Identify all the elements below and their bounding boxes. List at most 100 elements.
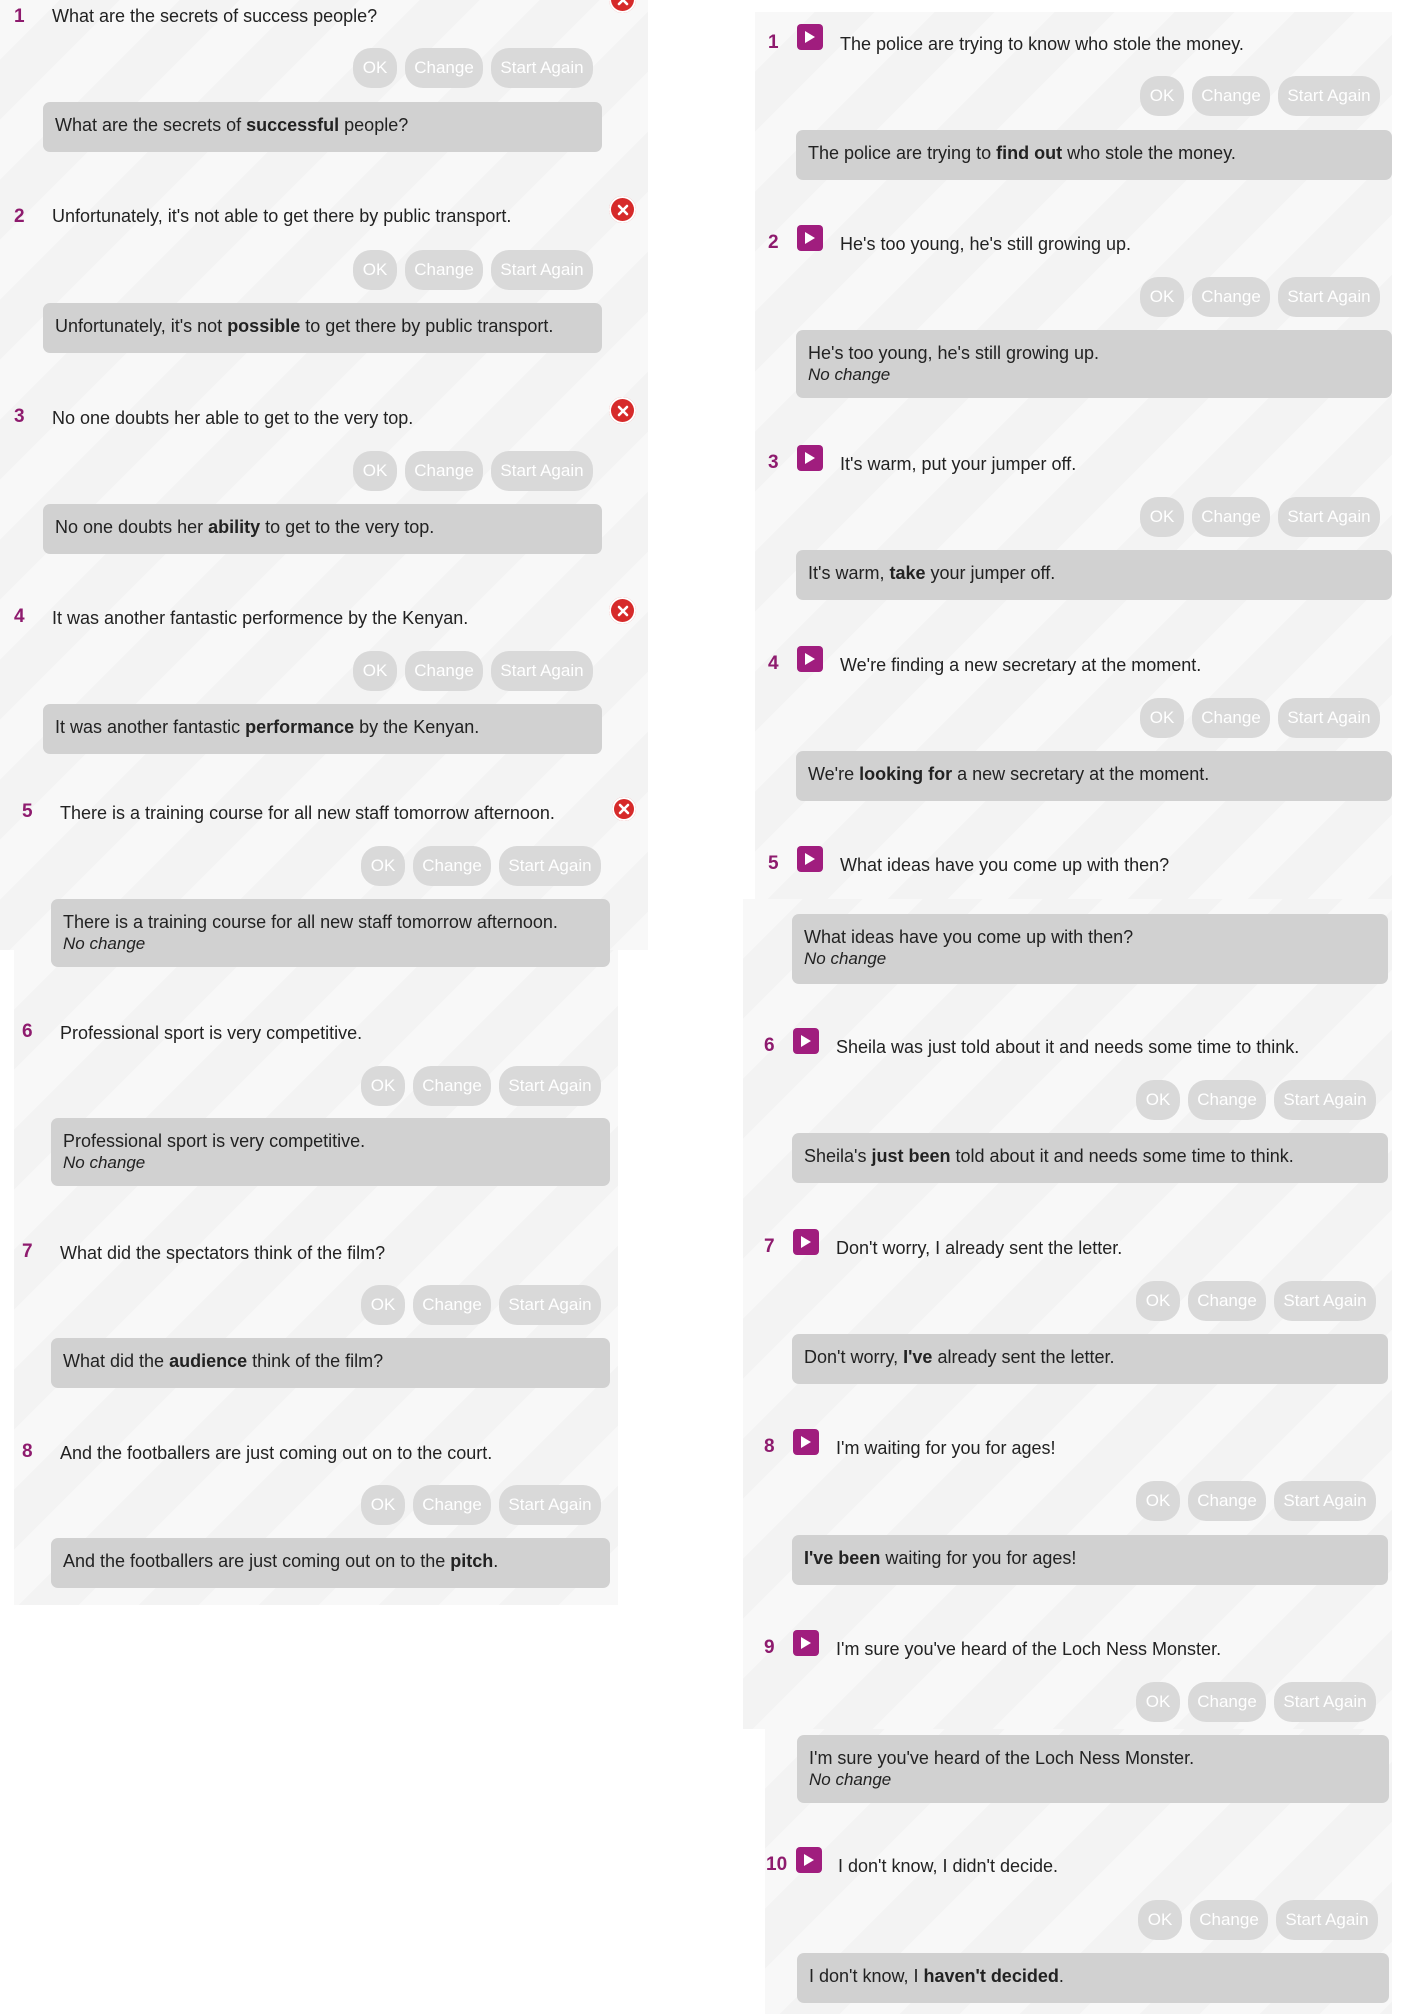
play-audio-icon[interactable] (793, 1229, 819, 1255)
ok-button[interactable]: OK (1140, 76, 1184, 116)
incorrect-icon (612, 797, 636, 821)
answer-correction: ability (208, 517, 261, 537)
ok-button[interactable]: OK (1136, 1281, 1180, 1321)
question-text: I'm waiting for you for ages! (836, 1438, 1056, 1458)
ok-button[interactable]: OK (361, 1485, 405, 1525)
ok-button[interactable]: OK (361, 1066, 405, 1106)
ok-button[interactable]: OK (1136, 1481, 1180, 1521)
item-number: 2 (14, 206, 25, 227)
item-number: 1 (14, 6, 25, 27)
answer-box: The police are trying to find out who st… (796, 130, 1392, 180)
change-button[interactable]: Change (1188, 1481, 1266, 1521)
start-again-button[interactable]: Start Again (1278, 277, 1380, 317)
change-button[interactable]: Change (1192, 698, 1270, 738)
play-audio-icon[interactable] (797, 646, 823, 672)
ok-button[interactable]: OK (353, 451, 397, 491)
no-change-label: No change (804, 949, 887, 968)
start-again-button[interactable]: Start Again (491, 451, 593, 491)
item-number: 4 (14, 606, 25, 627)
start-again-button[interactable]: Start Again (1274, 1682, 1376, 1722)
ok-button[interactable]: OK (1138, 1900, 1182, 1940)
answer-box: I don't know, I haven't decided. (797, 1953, 1389, 2003)
item-number: 6 (22, 1021, 33, 1042)
answer-text: And the footballers are just coming out … (63, 1551, 451, 1571)
change-button[interactable]: Change (1192, 277, 1270, 317)
play-audio-icon[interactable] (793, 1630, 819, 1656)
answer-text: I'm sure you've heard of the Loch Ness M… (809, 1748, 1195, 1768)
ok-button[interactable]: OK (361, 846, 405, 886)
no-change-label: No change (63, 1153, 146, 1172)
ok-button[interactable]: OK (361, 1285, 405, 1325)
answer-text: The police are trying to (808, 143, 997, 163)
answer-box: Unfortunately, it's not possible to get … (43, 303, 602, 353)
item-number: 9 (764, 1637, 775, 1658)
item-number: 7 (764, 1236, 775, 1257)
play-audio-icon[interactable] (793, 1429, 819, 1455)
question-text: What did the spectators think of the fil… (60, 1243, 386, 1263)
play-audio-icon[interactable] (797, 445, 823, 471)
change-button[interactable]: Change (405, 451, 483, 491)
start-again-button[interactable]: Start Again (1274, 1080, 1376, 1120)
answer-box: No one doubts her ability to get to the … (43, 504, 602, 554)
ok-button[interactable]: OK (1140, 277, 1184, 317)
start-again-button[interactable]: Start Again (499, 1285, 601, 1325)
play-audio-icon[interactable] (797, 225, 823, 251)
change-button[interactable]: Change (1190, 1900, 1268, 1940)
ok-button[interactable]: OK (353, 651, 397, 691)
start-again-button[interactable]: Start Again (1274, 1281, 1376, 1321)
start-again-button[interactable]: Start Again (491, 48, 593, 88)
answer-text: What ideas have you come up with then? (804, 927, 1134, 947)
change-button[interactable]: Change (1188, 1281, 1266, 1321)
change-button[interactable]: Change (413, 1285, 491, 1325)
start-again-button[interactable]: Start Again (499, 1066, 601, 1106)
start-again-button[interactable]: Start Again (1278, 76, 1380, 116)
ok-button[interactable]: OK (1136, 1682, 1180, 1722)
start-again-button[interactable]: Start Again (1278, 698, 1380, 738)
answer-box: And the footballers are just coming out … (51, 1538, 610, 1588)
change-button[interactable]: Change (405, 48, 483, 88)
answer-text: I don't know, I (809, 1966, 924, 1986)
ok-button[interactable]: OK (353, 48, 397, 88)
ok-button[interactable]: OK (1140, 497, 1184, 537)
no-change-label: No change (63, 934, 146, 953)
answer-box: It's warm, take your jumper off. (796, 550, 1392, 600)
answer-text: Sheila's (804, 1146, 872, 1166)
change-button[interactable]: Change (413, 1485, 491, 1525)
play-audio-icon[interactable] (797, 846, 823, 872)
start-again-button[interactable]: Start Again (1274, 1481, 1376, 1521)
change-button[interactable]: Change (1188, 1682, 1266, 1722)
answer-text-end: . (493, 1551, 499, 1571)
start-again-button[interactable]: Start Again (499, 1485, 601, 1525)
item-number: 10 (766, 1854, 788, 1875)
answer-text-end: your jumper off. (925, 563, 1056, 583)
start-again-button[interactable]: Start Again (499, 846, 601, 886)
change-button[interactable]: Change (1188, 1080, 1266, 1120)
question-text: I'm sure you've heard of the Loch Ness M… (836, 1639, 1222, 1659)
play-audio-icon[interactable] (793, 1028, 819, 1054)
play-audio-icon[interactable] (796, 1847, 822, 1873)
change-button[interactable]: Change (1192, 76, 1270, 116)
incorrect-icon (609, 597, 636, 624)
ok-button[interactable]: OK (1136, 1080, 1180, 1120)
incorrect-icon (609, 397, 636, 424)
item-number: 3 (768, 452, 779, 473)
ok-button[interactable]: OK (353, 250, 397, 290)
start-again-button[interactable]: Start Again (1278, 497, 1380, 537)
answer-correction: find out (996, 143, 1063, 163)
answer-text: It's warm, (808, 563, 890, 583)
change-button[interactable]: Change (413, 846, 491, 886)
ok-button[interactable]: OK (1140, 698, 1184, 738)
change-button[interactable]: Change (405, 250, 483, 290)
play-audio-icon[interactable] (797, 24, 823, 50)
answer-text: He's too young, he's still growing up. (808, 343, 1100, 363)
answer-text: What are the secrets of (55, 115, 247, 135)
start-again-button[interactable]: Start Again (1276, 1900, 1378, 1940)
answer-text: No one doubts her (55, 517, 209, 537)
start-again-button[interactable]: Start Again (491, 250, 593, 290)
change-button[interactable]: Change (405, 651, 483, 691)
start-again-button[interactable]: Start Again (491, 651, 593, 691)
question-text: Don't worry, I already sent the letter. (836, 1238, 1123, 1258)
question-text: No one doubts her able to get to the ver… (52, 408, 414, 428)
change-button[interactable]: Change (413, 1066, 491, 1106)
change-button[interactable]: Change (1192, 497, 1270, 537)
